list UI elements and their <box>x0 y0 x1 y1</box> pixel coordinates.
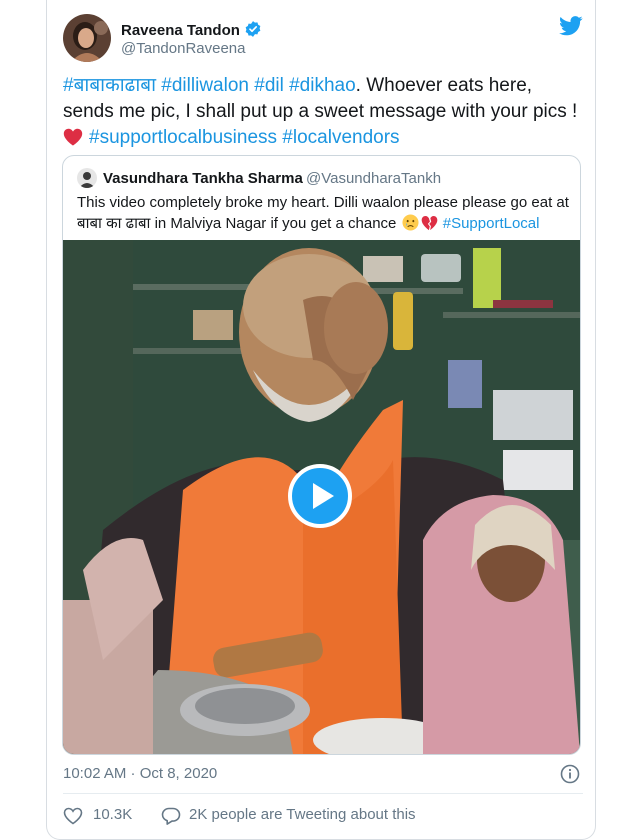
info-icon[interactable] <box>560 764 580 789</box>
quoted-tweet-text: This video completely broke my heart. Di… <box>77 192 572 237</box>
avatar[interactable] <box>63 14 111 62</box>
hashtag-link[interactable]: #SupportLocal <box>443 215 540 232</box>
author-name[interactable]: Raveena Tandon <box>121 22 240 39</box>
broken-heart-emoji <box>421 215 438 237</box>
verified-icon <box>244 20 262 42</box>
tweet-timestamp[interactable]: 10:02 AM · Oct 8, 2020 <box>63 765 217 782</box>
comment-icon <box>161 807 181 825</box>
hashtag-link[interactable]: #dil <box>254 75 284 96</box>
tweet-card: Raveena Tandon @TandonRaveena #बाबाकाढाब… <box>46 0 596 840</box>
twitter-bird-icon[interactable] <box>559 16 583 41</box>
hashtag-link[interactable]: #dilliwalon <box>161 75 249 96</box>
video-player[interactable] <box>63 240 580 754</box>
quoted-author-handle: @VasundharaTankh <box>306 170 442 187</box>
like-icon <box>63 807 83 825</box>
hashtag-link[interactable]: #dikhao <box>289 75 356 96</box>
tweet-text: #बाबाकाढाबा #dilliwalon #dil #dikhao. Wh… <box>63 73 583 154</box>
author-name-row[interactable]: Raveena Tandon <box>121 20 262 42</box>
hashtag-link[interactable]: #बाबाकाढाबा <box>63 75 156 96</box>
tweeting-about-link[interactable]: 2K people are Tweeting about this <box>161 805 431 825</box>
play-button[interactable] <box>288 464 352 533</box>
hashtag-link[interactable]: #supportlocalbusiness <box>89 127 277 148</box>
quoted-tweet-card[interactable]: Vasundhara Tankha Sharma @VasundharaTank… <box>62 155 581 755</box>
heart-emoji <box>63 128 83 154</box>
divider <box>63 793 583 794</box>
like-button[interactable]: 10.3K <box>63 805 143 825</box>
tweet-header: Raveena Tandon @TandonRaveena <box>63 14 583 64</box>
crying-face-emoji <box>402 214 419 237</box>
author-handle[interactable]: @TandonRaveena <box>121 40 245 57</box>
tweeting-about-text: 2K people are Tweeting about this <box>189 806 416 823</box>
quoted-author-name: Vasundhara Tankha Sharma <box>103 170 303 187</box>
quoted-avatar <box>77 168 97 188</box>
like-count: 10.3K <box>93 806 133 823</box>
hashtag-link[interactable]: #localvendors <box>282 127 399 148</box>
avatar-image <box>63 14 111 62</box>
play-icon <box>288 464 352 528</box>
